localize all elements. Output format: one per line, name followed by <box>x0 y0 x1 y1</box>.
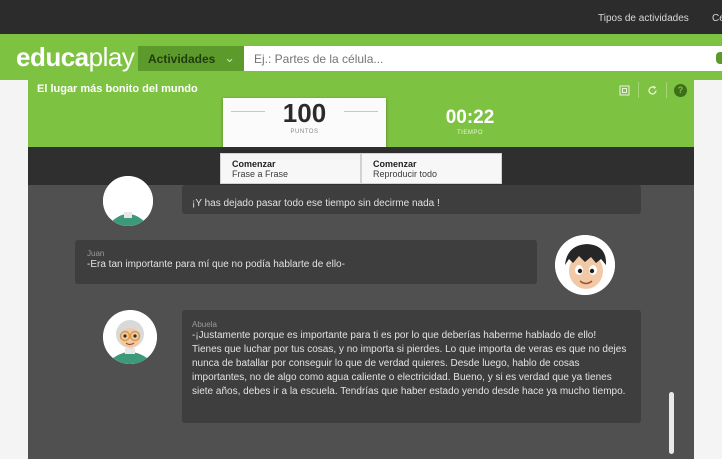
logo-light-text: play <box>88 42 135 72</box>
activities-label: Actividades <box>148 52 216 66</box>
time-label: TIEMPO <box>456 130 483 136</box>
time-value: 00:22 <box>445 107 495 128</box>
speaker-name: Juan <box>87 249 105 258</box>
score-label: PUNTOS <box>290 129 319 135</box>
button-title: Comenzar <box>232 159 276 169</box>
grandma-avatar <box>103 176 153 226</box>
game-toolbar: ? <box>610 82 694 98</box>
main-navbar: educaplay Actividades ⌄ <box>0 34 722 80</box>
help-icon[interactable]: ? <box>666 82 694 98</box>
activity-types-link[interactable]: Tipos de actividades <box>598 13 689 24</box>
dialogue-text: ¡Y has dejado pasar todo ese tiempo sin … <box>192 198 440 209</box>
logo-bold-text: educa <box>16 42 89 72</box>
dialogue-bubble-1: ¡Y has dejado pasar todo ese tiempo sin … <box>182 185 641 214</box>
dialogue-text: -¡Justamente porque es importante para t… <box>192 330 627 397</box>
speaker-name: Abuela <box>192 320 217 329</box>
restart-icon[interactable] <box>638 82 666 98</box>
dialogue-scrollbar[interactable] <box>669 392 674 454</box>
start-play-all-button[interactable]: Comenzar Reproducir todo <box>361 153 502 184</box>
top-bar-link-truncated[interactable]: Ce <box>712 13 722 24</box>
score-value: 100 <box>282 98 327 128</box>
fullscreen-icon[interactable] <box>610 82 638 98</box>
top-bar: Tipos de actividades Ce <box>0 0 722 34</box>
button-title: Comenzar <box>373 159 417 169</box>
button-subtitle: Frase a Frase <box>232 169 289 179</box>
activities-dropdown[interactable]: Actividades ⌄ <box>138 46 244 71</box>
game-title: El lugar más bonito del mundo <box>37 83 198 95</box>
boy-avatar <box>555 235 615 295</box>
dialogue-text: -Era tan importante para mí que no podía… <box>87 259 345 270</box>
help-glyph: ? <box>674 83 687 97</box>
dialogue-bubble-2: Juan -Era tan importante para mí que no … <box>75 240 537 284</box>
start-phrase-by-phrase-button[interactable]: Comenzar Frase a Frase <box>220 153 361 184</box>
dialogue-bubble-3: Abuela -¡Justamente porque es importante… <box>182 310 641 423</box>
score-card: 100 PUNTOS <box>223 98 386 150</box>
button-subtitle: Reproducir todo <box>373 169 438 179</box>
search-button[interactable] <box>716 52 722 64</box>
educaplay-logo[interactable]: educaplay <box>16 42 135 73</box>
chevron-down-icon: ⌄ <box>224 50 235 65</box>
grandma-avatar <box>103 310 157 364</box>
search-input[interactable] <box>244 46 722 71</box>
